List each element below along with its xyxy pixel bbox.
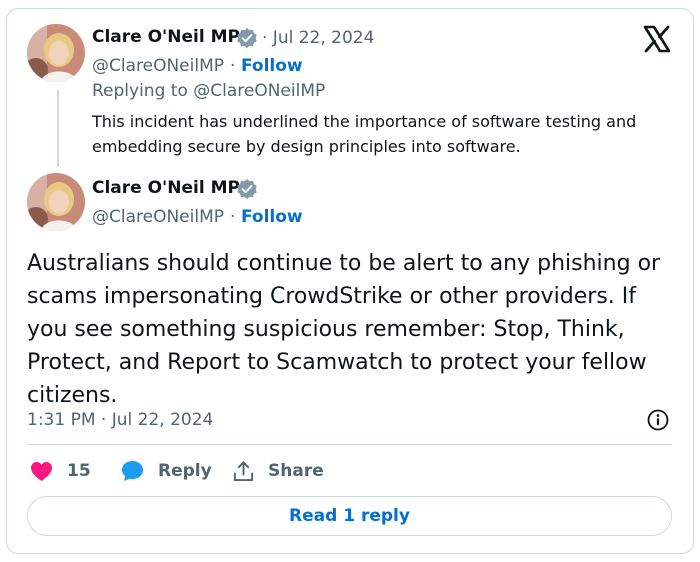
thread-connector-line <box>57 90 59 167</box>
quoted-follow-link[interactable]: Follow <box>241 56 303 76</box>
replying-to-label[interactable]: Replying to @ClareONeilMP <box>92 81 325 101</box>
verified-badge-icon <box>237 28 257 48</box>
quoted-tweet-date[interactable]: · Jul 22, 2024 <box>262 28 374 48</box>
tweet-timestamp[interactable]: 1:31 PM · Jul 22, 2024 <box>27 410 213 430</box>
quoted-author-handle[interactable]: @ClareONeilMP <box>92 56 224 76</box>
quoted-author-avatar[interactable] <box>27 24 85 82</box>
like-button[interactable]: 15 <box>30 458 91 484</box>
reply-label: Reply <box>158 461 212 481</box>
actions-divider <box>27 444 672 445</box>
like-count: 15 <box>67 461 91 481</box>
info-icon[interactable] <box>646 408 670 432</box>
tweet-text: Australians should continue to be alert … <box>27 251 661 408</box>
read-replies-button[interactable]: Read 1 reply <box>27 496 672 536</box>
quoted-author-name[interactable]: Clare O'Neil MP <box>92 27 240 47</box>
author-name[interactable]: Clare O'Neil MP <box>92 178 240 198</box>
x-logo-icon[interactable] <box>642 24 672 54</box>
author-avatar[interactable] <box>27 173 85 231</box>
share-button[interactable]: Share <box>233 458 324 484</box>
speech-bubble-icon <box>121 460 144 482</box>
share-label: Share <box>268 461 324 481</box>
handle-separator: · <box>230 207 236 227</box>
verified-badge-icon <box>237 179 257 199</box>
follow-link[interactable]: Follow <box>241 207 303 227</box>
read-replies-label: Read 1 reply <box>289 506 410 526</box>
heart-icon <box>31 461 52 481</box>
handle-separator: · <box>230 56 236 76</box>
author-handle[interactable]: @ClareONeilMP <box>92 207 224 227</box>
share-icon <box>233 460 254 481</box>
quoted-tweet-text: This incident has underlined the importa… <box>92 112 637 156</box>
reply-button[interactable]: Reply <box>121 458 212 484</box>
